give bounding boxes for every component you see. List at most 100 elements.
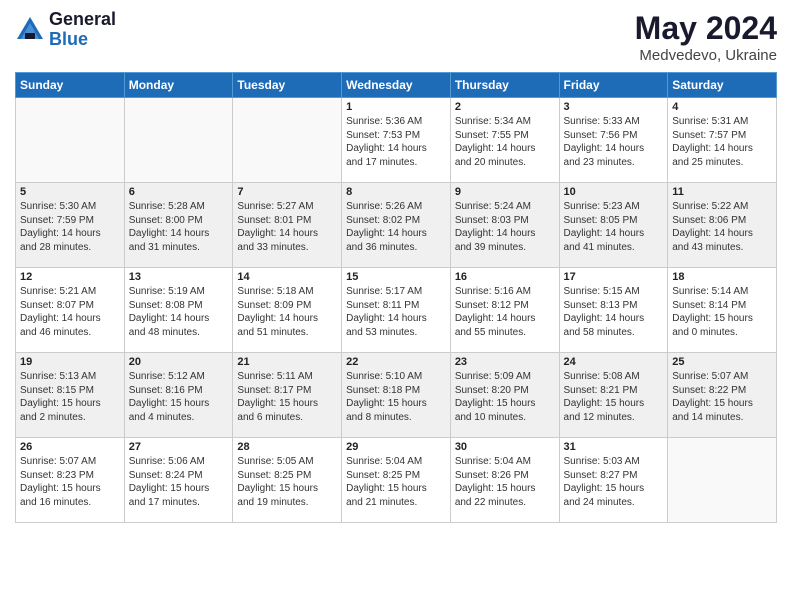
calendar-cell [124, 98, 233, 183]
logo-blue: Blue [49, 30, 116, 50]
day-info: Sunrise: 5:07 AM Sunset: 8:22 PM Dayligh… [672, 370, 772, 424]
day-header: Tuesday [233, 73, 342, 98]
day-number: 10 [564, 186, 664, 198]
calendar-cell: 12 Sunrise: 5:21 AM Sunset: 8:07 PM Dayli… [16, 268, 125, 353]
day-info: Sunrise: 5:04 AM Sunset: 8:26 PM Dayligh… [455, 455, 555, 509]
day-info: Sunrise: 5:36 AM Sunset: 7:53 PM Dayligh… [346, 115, 446, 169]
calendar-cell: 3 Sunrise: 5:33 AM Sunset: 7:56 PM Daylig… [559, 98, 668, 183]
calendar-cell: 24 Sunrise: 5:08 AM Sunset: 8:21 PM Dayli… [559, 353, 668, 438]
day-info: Sunrise: 5:08 AM Sunset: 8:21 PM Dayligh… [564, 370, 664, 424]
day-info: Sunrise: 5:21 AM Sunset: 8:07 PM Dayligh… [20, 285, 120, 339]
day-header: Sunday [16, 73, 125, 98]
day-number: 29 [346, 441, 446, 453]
month-title: May 2024 [635, 10, 777, 47]
header: General Blue May 2024 Medvedevo, Ukraine [15, 10, 777, 64]
calendar-cell: 25Sunrise: 5:07 AM Sunset: 8:22 PM Dayli… [668, 353, 777, 438]
title-block: May 2024 Medvedevo, Ukraine [635, 10, 777, 64]
day-number: 16 [455, 271, 555, 283]
day-number: 22 [346, 356, 446, 368]
logo: General Blue [15, 10, 116, 50]
day-info: Sunrise: 5:33 AM Sunset: 7:56 PM Dayligh… [564, 115, 664, 169]
calendar-cell: 15 Sunrise: 5:17 AM Sunset: 8:11 PM Dayli… [342, 268, 451, 353]
day-number: 18 [672, 271, 772, 283]
day-number: 20 [129, 356, 229, 368]
calendar-cell: 28Sunrise: 5:05 AM Sunset: 8:25 PM Dayli… [233, 438, 342, 523]
day-info: Sunrise: 5:34 AM Sunset: 7:55 PM Dayligh… [455, 115, 555, 169]
day-number: 12 [20, 271, 120, 283]
calendar-cell [16, 98, 125, 183]
logo-general: General [49, 10, 116, 30]
day-info: Sunrise: 5:09 AM Sunset: 8:20 PM Dayligh… [455, 370, 555, 424]
day-header: Wednesday [342, 73, 451, 98]
day-info: Sunrise: 5:19 AM Sunset: 8:08 PM Dayligh… [129, 285, 229, 339]
day-info: Sunrise: 5:07 AM Sunset: 8:23 PM Dayligh… [20, 455, 120, 509]
day-number: 1 [346, 101, 446, 113]
day-info: Sunrise: 5:27 AM Sunset: 8:01 PM Dayligh… [237, 200, 337, 254]
calendar-cell: 27Sunrise: 5:06 AM Sunset: 8:24 PM Dayli… [124, 438, 233, 523]
day-info: Sunrise: 5:30 AM Sunset: 7:59 PM Dayligh… [20, 200, 120, 254]
day-info: Sunrise: 5:17 AM Sunset: 8:11 PM Dayligh… [346, 285, 446, 339]
day-number: 21 [237, 356, 337, 368]
day-info: Sunrise: 5:11 AM Sunset: 8:17 PM Dayligh… [237, 370, 337, 424]
day-info: Sunrise: 5:12 AM Sunset: 8:16 PM Dayligh… [129, 370, 229, 424]
day-number: 6 [129, 186, 229, 198]
calendar-cell: 8Sunrise: 5:26 AM Sunset: 8:02 PM Daylig… [342, 183, 451, 268]
day-header: Saturday [668, 73, 777, 98]
day-number: 13 [129, 271, 229, 283]
calendar-cell: 21 Sunrise: 5:11 AM Sunset: 8:17 PM Dayli… [233, 353, 342, 438]
day-header: Thursday [450, 73, 559, 98]
day-number: 8 [346, 186, 446, 198]
day-number: 3 [564, 101, 664, 113]
day-info: Sunrise: 5:10 AM Sunset: 8:18 PM Dayligh… [346, 370, 446, 424]
calendar-cell: 17 Sunrise: 5:15 AM Sunset: 8:13 PM Dayli… [559, 268, 668, 353]
calendar-cell: 29 Sunrise: 5:04 AM Sunset: 8:25 PM Dayli… [342, 438, 451, 523]
day-number: 15 [346, 271, 446, 283]
calendar-cell [668, 438, 777, 523]
location: Medvedevo, Ukraine [635, 47, 777, 64]
logo-icon [15, 15, 45, 45]
day-header: Friday [559, 73, 668, 98]
day-number: 4 [672, 101, 772, 113]
day-number: 7 [237, 186, 337, 198]
calendar-cell: 23 Sunrise: 5:09 AM Sunset: 8:20 PM Dayli… [450, 353, 559, 438]
day-number: 27 [129, 441, 229, 453]
day-number: 17 [564, 271, 664, 283]
day-number: 24 [564, 356, 664, 368]
day-info: Sunrise: 5:05 AM Sunset: 8:25 PM Dayligh… [237, 455, 337, 509]
day-info: Sunrise: 5:15 AM Sunset: 8:13 PM Dayligh… [564, 285, 664, 339]
day-info: Sunrise: 5:16 AM Sunset: 8:12 PM Dayligh… [455, 285, 555, 339]
page: General Blue May 2024 Medvedevo, Ukraine… [0, 0, 792, 612]
day-number: 14 [237, 271, 337, 283]
calendar-cell [233, 98, 342, 183]
day-number: 26 [20, 441, 120, 453]
day-info: Sunrise: 5:18 AM Sunset: 8:09 PM Dayligh… [237, 285, 337, 339]
day-info: Sunrise: 5:13 AM Sunset: 8:15 PM Dayligh… [20, 370, 120, 424]
calendar-cell: 5Sunrise: 5:30 AM Sunset: 7:59 PM Daylig… [16, 183, 125, 268]
day-info: Sunrise: 5:04 AM Sunset: 8:25 PM Dayligh… [346, 455, 446, 509]
calendar-cell: 4 Sunrise: 5:31 AM Sunset: 7:57 PM Daylig… [668, 98, 777, 183]
day-info: Sunrise: 5:22 AM Sunset: 8:06 PM Dayligh… [672, 200, 772, 254]
day-info: Sunrise: 5:14 AM Sunset: 8:14 PM Dayligh… [672, 285, 772, 339]
logo-text: General Blue [49, 10, 116, 50]
calendar-cell: 18 Sunrise: 5:14 AM Sunset: 8:14 PM Dayli… [668, 268, 777, 353]
day-header: Monday [124, 73, 233, 98]
calendar-cell: 30Sunrise: 5:04 AM Sunset: 8:26 PM Dayli… [450, 438, 559, 523]
calendar-cell: 6 Sunrise: 5:28 AM Sunset: 8:00 PM Daylig… [124, 183, 233, 268]
day-number: 23 [455, 356, 555, 368]
calendar-cell: 10Sunrise: 5:23 AM Sunset: 8:05 PM Dayli… [559, 183, 668, 268]
calendar-cell: 7 Sunrise: 5:27 AM Sunset: 8:01 PM Daylig… [233, 183, 342, 268]
day-info: Sunrise: 5:31 AM Sunset: 7:57 PM Dayligh… [672, 115, 772, 169]
day-number: 9 [455, 186, 555, 198]
calendar-cell: 9 Sunrise: 5:24 AM Sunset: 8:03 PM Daylig… [450, 183, 559, 268]
calendar-cell: 1 Sunrise: 5:36 AM Sunset: 7:53 PM Daylig… [342, 98, 451, 183]
calendar-cell: 19Sunrise: 5:13 AM Sunset: 8:15 PM Dayli… [16, 353, 125, 438]
day-number: 11 [672, 186, 772, 198]
calendar-cell: 11 Sunrise: 5:22 AM Sunset: 8:06 PM Dayli… [668, 183, 777, 268]
calendar-cell: 31 Sunrise: 5:03 AM Sunset: 8:27 PM Dayli… [559, 438, 668, 523]
day-info: Sunrise: 5:28 AM Sunset: 8:00 PM Dayligh… [129, 200, 229, 254]
day-number: 2 [455, 101, 555, 113]
day-info: Sunrise: 5:03 AM Sunset: 8:27 PM Dayligh… [564, 455, 664, 509]
calendar-cell: 26 Sunrise: 5:07 AM Sunset: 8:23 PM Dayli… [16, 438, 125, 523]
day-number: 31 [564, 441, 664, 453]
day-info: Sunrise: 5:24 AM Sunset: 8:03 PM Dayligh… [455, 200, 555, 254]
